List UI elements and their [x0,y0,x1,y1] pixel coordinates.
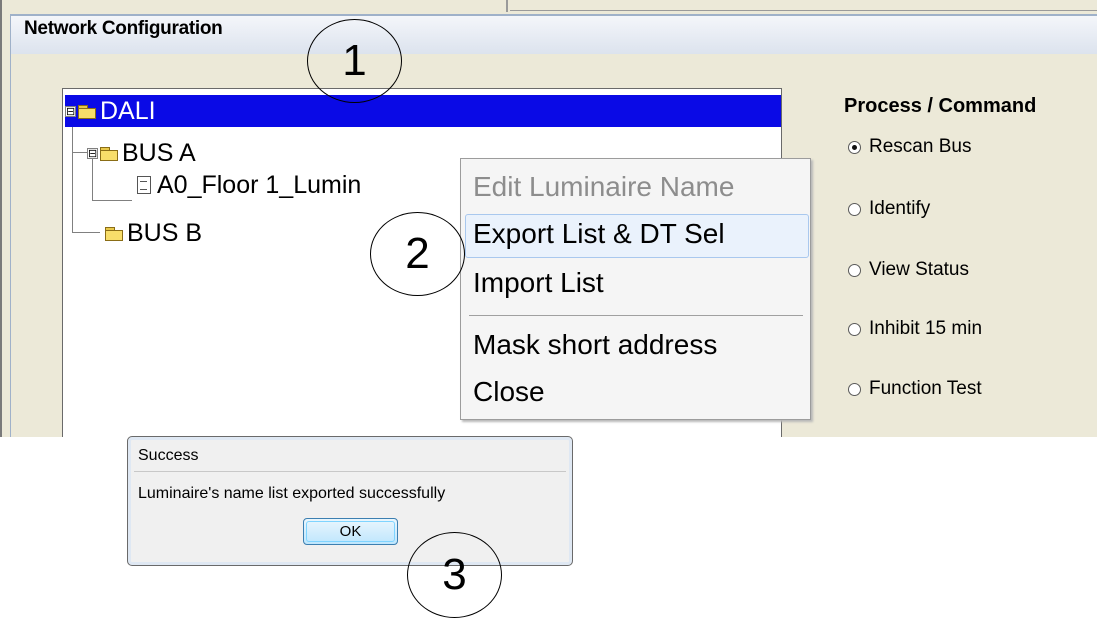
group-title: Network Configuration [24,18,223,39]
menu-item-export-list[interactable]: Export List & DT Sel [473,218,725,250]
menu-item-close[interactable]: Close [473,376,545,408]
ok-button[interactable]: OK [303,518,398,545]
context-menu: Edit Luminaire Name Export List & DT Sel… [460,158,811,420]
tree-node-bus-a[interactable]: ⊟ BUS A [87,137,196,169]
radio-label: View Status [869,259,969,280]
tree-connector [72,232,100,233]
dialog-message: Luminaire's name list exported successfu… [138,485,446,502]
radio-identify[interactable]: Identify [848,198,930,220]
folder-open-icon [78,104,96,119]
step-callout-1: 1 [307,19,402,103]
step-callout-2: 2 [370,212,465,296]
radio-label: Rescan Bus [869,136,972,157]
radio-rescan-bus[interactable]: Rescan Bus [848,136,971,158]
step-callout-3: 3 [407,532,502,618]
tree-node-label: BUS B [127,218,203,247]
tree-connector [72,111,73,233]
folder-open-icon [100,146,118,161]
folder-icon [105,226,123,241]
radio-view-status[interactable]: View Status [848,259,969,281]
dialog-divider [134,471,566,472]
radio-inhibit-15-min[interactable]: Inhibit 15 min [848,318,982,340]
tree-node-label: BUS A [122,138,196,167]
collapse-icon[interactable]: ⊟ [65,105,76,117]
success-dialog: Success Luminaire's name list exported s… [127,436,573,566]
radio-button[interactable] [848,140,861,154]
network-configuration-window: Network Configuration ⊟ DALI ⊟ BUS A A0_… [0,0,1097,437]
radio-label: Function Test [869,378,982,399]
radio-label: Inhibit 15 min [869,318,983,339]
menu-item-mask-short-address[interactable]: Mask short address [473,329,717,361]
dialog-title: Success [138,447,199,464]
tree-connector [72,152,87,153]
radio-button[interactable] [848,263,861,277]
document-icon [137,176,151,194]
radio-function-test[interactable]: Function Test [848,378,982,400]
tab-strip-line [510,10,1097,11]
collapse-icon[interactable]: ⊟ [87,147,98,159]
tab-edge [506,0,508,12]
radio-label: Identify [869,198,931,219]
tree-node-label: DALI [100,96,156,125]
radio-button[interactable] [848,382,861,396]
menu-separator [469,315,803,316]
tree-node-label: A0_Floor 1_Lumin [157,170,362,199]
tree-connector [92,200,132,201]
process-command-title: Process / Command [844,95,1037,117]
menu-item-import-list[interactable]: Import List [473,267,604,299]
tree-node-dali[interactable]: ⊟ DALI [65,95,781,127]
tree-node-bus-b[interactable]: BUS B [105,217,202,249]
radio-button[interactable] [848,322,861,336]
tab-strip [2,0,1097,14]
radio-button[interactable] [848,202,861,216]
menu-item-edit-luminaire-name[interactable]: Edit Luminaire Name [473,171,734,203]
tree-node-luminaire[interactable]: A0_Floor 1_Lumin [137,169,361,201]
